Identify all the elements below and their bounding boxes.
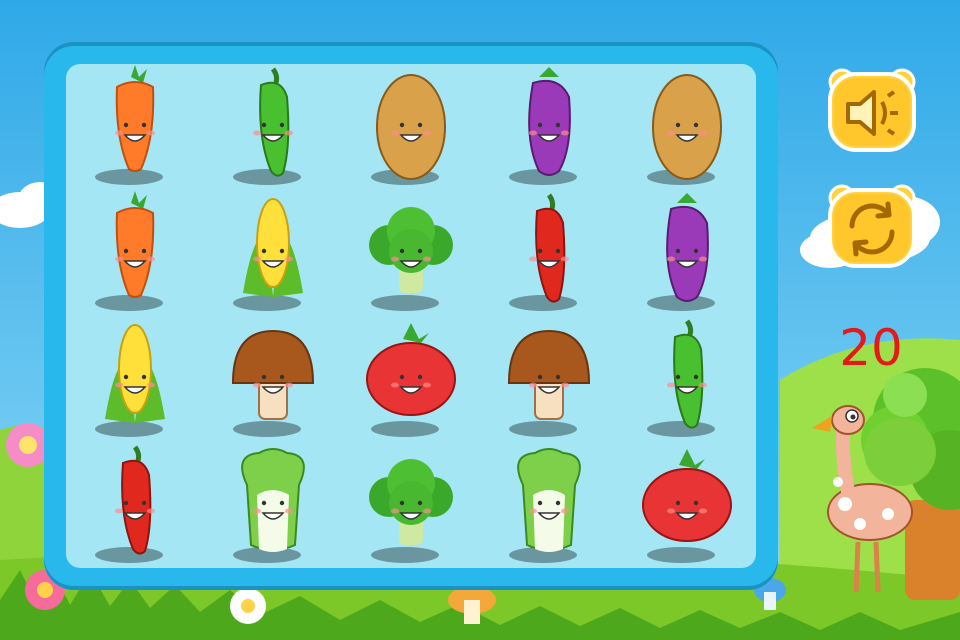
mushroom-tile[interactable] (204, 316, 342, 442)
carrot-icon (115, 65, 155, 172)
broccoli-tile[interactable] (342, 442, 480, 568)
tomato-tile[interactable] (618, 442, 756, 568)
corn-icon (105, 324, 165, 423)
corn-tile[interactable] (66, 316, 204, 442)
eggplant-tile[interactable] (480, 64, 618, 190)
broccoli-icon (369, 459, 453, 545)
cabbage-icon (241, 448, 305, 552)
broccoli-icon (369, 207, 453, 293)
game-board (44, 42, 778, 590)
corn-icon (243, 198, 303, 297)
sound-button[interactable] (826, 64, 918, 156)
score-counter: 20 (839, 319, 903, 377)
red-pepper-tile[interactable] (66, 442, 204, 568)
mushroom-tile[interactable] (480, 316, 618, 442)
red-pepper-icon (529, 193, 569, 303)
tomato-icon (642, 449, 732, 542)
flower (230, 588, 266, 624)
green-pepper-icon (253, 67, 293, 177)
eggplant-tile[interactable] (618, 190, 756, 316)
green-pepper-tile[interactable] (618, 316, 756, 442)
cabbage-icon (517, 448, 581, 552)
broccoli-tile[interactable] (342, 190, 480, 316)
eggplant-icon (666, 193, 709, 302)
cabbage-tile[interactable] (480, 442, 618, 568)
tomato-icon (366, 323, 456, 416)
ostrich-mascot (812, 405, 936, 592)
potato-icon (652, 74, 722, 180)
potato-tile[interactable] (618, 64, 756, 190)
corn-tile[interactable] (204, 190, 342, 316)
shuffle-button[interactable] (826, 180, 918, 272)
red-pepper-icon (115, 445, 155, 555)
carrot-tile[interactable] (66, 190, 204, 316)
carrot-tile[interactable] (66, 64, 204, 190)
eggplant-icon (528, 67, 571, 176)
potato-tile[interactable] (342, 64, 480, 190)
green-pepper-tile[interactable] (204, 64, 342, 190)
tile-grid (66, 64, 756, 568)
mushroom-icon (507, 329, 591, 420)
cabbage-tile[interactable] (204, 442, 342, 568)
potato-icon (376, 74, 446, 180)
mushroom-icon (231, 329, 315, 420)
carrot-icon (115, 191, 155, 298)
green-pepper-icon (667, 319, 707, 429)
red-pepper-tile[interactable] (480, 190, 618, 316)
tomato-tile[interactable] (342, 316, 480, 442)
